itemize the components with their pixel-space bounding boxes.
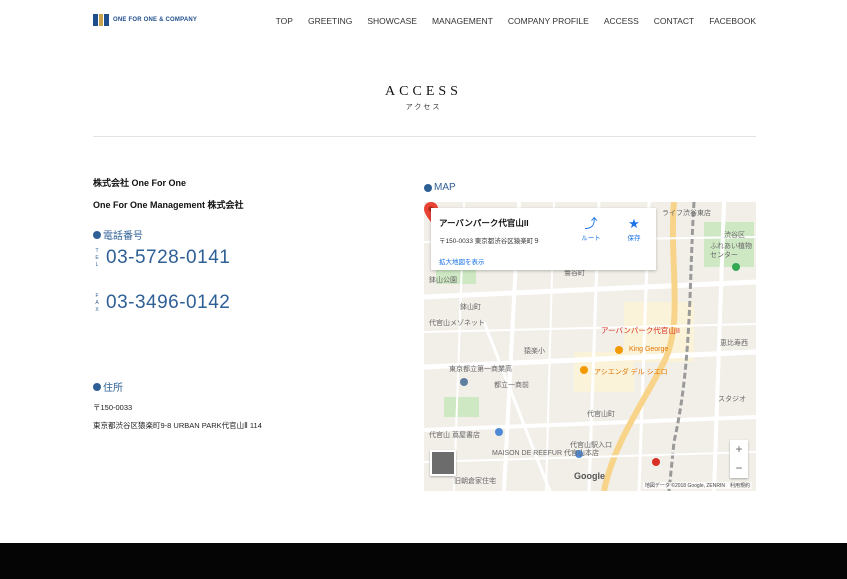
star-icon: ★	[628, 216, 640, 231]
map-label-toritsu-daiichi: 都立一商前	[494, 382, 529, 389]
map-label-tsutaya: 代官山 蔦屋書店	[429, 432, 480, 439]
title-divider	[93, 136, 756, 137]
map-label-hachiyama-park: 鉢山公園	[429, 277, 457, 284]
map-card-title: アーバンパーク代官山II	[439, 218, 529, 228]
address-heading-label: 住所	[103, 383, 123, 394]
map-heading-label: MAP	[434, 182, 456, 193]
nav-company-profile[interactable]: COMPANY PROFILE	[508, 16, 589, 26]
nav-management[interactable]: MANAGEMENT	[432, 16, 493, 26]
phone-heading-label: 電話番号	[103, 231, 143, 242]
map-label-daikanyama-station: 代官山駅入口	[570, 442, 612, 449]
tel-number[interactable]: 03-5728-0141	[106, 247, 230, 269]
page-title-ja: アクセス	[405, 104, 442, 111]
map-info-card: アーバンパーク代官山II 〒150-0033 東京都渋谷区猿楽町９ 拡大地図を表…	[431, 208, 656, 270]
satellite-toggle-button[interactable]	[430, 450, 456, 476]
fax-label-a: A	[95, 299, 99, 306]
nav-showcase[interactable]: SHOWCASE	[367, 16, 417, 26]
address-heading: 住所	[93, 379, 123, 394]
nav-contact[interactable]: CONTACT	[654, 16, 694, 26]
tel-label-t: T	[95, 247, 99, 254]
save-button-label: 保存	[627, 235, 641, 242]
postal-code: 〒150-0033	[93, 403, 133, 412]
bullet-dot-icon	[93, 382, 101, 391]
map-card-address: 〒150-0033 東京都渋谷区猿楽町９	[439, 238, 540, 245]
logo-mark-icon	[93, 14, 109, 26]
fax-row: F A X 03-3496-0142	[93, 292, 230, 314]
company-name-2: One For One Management 株式会社	[93, 200, 244, 210]
tel-label-e: E	[95, 254, 99, 261]
address-line: 東京都渋谷区猿楽町9-8 URBAN PARK代官山Ⅱ 114	[93, 421, 262, 430]
nav-facebook[interactable]: FACEBOOK	[709, 16, 756, 26]
map-label-maisonette: 代官山メゾネット	[429, 320, 485, 327]
page-title-en: ACCESS	[385, 84, 462, 99]
map-label-ebisu: 恵比寿西	[720, 340, 748, 347]
google-logo: Google	[574, 471, 605, 481]
map-label-hachiyama-cho: 鉢山町	[460, 304, 481, 311]
map-label-daiichi-shogyo: 東京都立第一商業高	[449, 366, 512, 373]
save-button[interactable]: ★ 保存	[619, 216, 649, 242]
fax-label: F A X	[93, 293, 101, 314]
bullet-dot-icon	[424, 183, 432, 192]
map-heading: MAP	[424, 182, 456, 193]
map-label-shibuya-ku: 渋谷区	[724, 232, 745, 239]
fax-number: 03-3496-0142	[106, 292, 231, 313]
phone-heading: 電話番号	[93, 227, 143, 242]
route-button-label: ルート	[581, 235, 601, 242]
nav-top[interactable]: TOP	[276, 16, 293, 26]
map-label-sarugaku-elementary: 猿楽小	[524, 348, 545, 355]
google-map[interactable]: 鉢山公園 鉢山町 代官山メゾネット 猿楽小 東京都立第一商業高 都立一商前 Ki…	[424, 202, 756, 491]
tel-label-l: L	[95, 261, 99, 268]
logo-text: ONE FOR ONE & COMPANY	[113, 17, 198, 23]
map-label-life: ライフ渋谷東店	[662, 210, 711, 217]
page-title: ACCESS アクセス	[0, 84, 847, 112]
site-footer	[0, 543, 847, 579]
map-label-daikanyama-cho: 代官山町	[587, 411, 615, 418]
larger-map-link[interactable]: 拡大地図を表示	[439, 256, 485, 266]
site-header: ONE FOR ONE & COMPANY TOP GREETING SHOWC…	[0, 0, 847, 40]
map-label-studio: スタジオ	[718, 396, 746, 403]
zoom-in-button[interactable]: +	[730, 440, 748, 459]
map-label-ashienda: アシエンダ デル シエロ	[594, 369, 668, 376]
route-button[interactable]: ⤴ ルート	[576, 216, 606, 242]
map-label-kyu-asakura: 旧朝倉家住宅	[454, 478, 496, 485]
map-attribution[interactable]: 地図データ ©2018 Google, ZENRIN 利用規約	[642, 482, 752, 489]
main-nav: TOP GREETING SHOWCASE MANAGEMENT COMPANY…	[261, 16, 756, 26]
pin-label: アーバンパーク代官山II	[601, 326, 681, 335]
map-label-king-george: King George	[629, 346, 669, 353]
nav-greeting[interactable]: GREETING	[308, 16, 352, 26]
directions-icon: ⤴	[584, 216, 598, 231]
nav-access[interactable]: ACCESS	[604, 16, 639, 26]
tel-row: T E L 03-5728-0141	[93, 247, 230, 269]
zoom-controls: + −	[730, 440, 748, 478]
bullet-dot-icon	[93, 230, 101, 239]
fax-label-x: X	[95, 306, 99, 313]
fax-label-f: F	[95, 292, 99, 299]
map-label-fureai: ふれあい植物センター	[710, 243, 752, 259]
company-name-1: 株式会社 One For One	[93, 178, 187, 188]
tel-label: T E L	[93, 248, 101, 269]
zoom-out-button[interactable]: −	[730, 459, 748, 478]
site-logo[interactable]: ONE FOR ONE & COMPANY	[93, 14, 197, 26]
